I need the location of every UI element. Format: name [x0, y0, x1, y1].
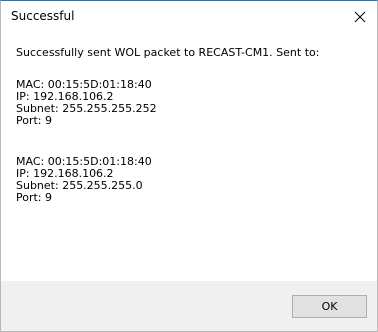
port-text: Port: 9 — [16, 191, 53, 204]
message-dialog: Successful Successfully sent WOL packet … — [0, 0, 378, 332]
port-text: Port: 9 — [16, 114, 53, 127]
entry-block: MAC: 00:15:5D:01:18:40 IP: 192.168.106.2… — [16, 156, 152, 204]
ok-button[interactable]: OK — [292, 295, 367, 318]
close-icon — [354, 11, 366, 23]
title-bar[interactable]: Successful — [1, 1, 377, 33]
close-button[interactable] — [343, 1, 377, 33]
dialog-title: Successful — [11, 9, 75, 23]
entry-block: MAC: 00:15:5D:01:18:40 IP: 192.168.106.2… — [16, 79, 157, 127]
dialog-footer: OK — [1, 281, 377, 331]
message-heading: Successfully sent WOL packet to RECAST-C… — [16, 46, 320, 59]
message-area — [1, 33, 377, 243]
